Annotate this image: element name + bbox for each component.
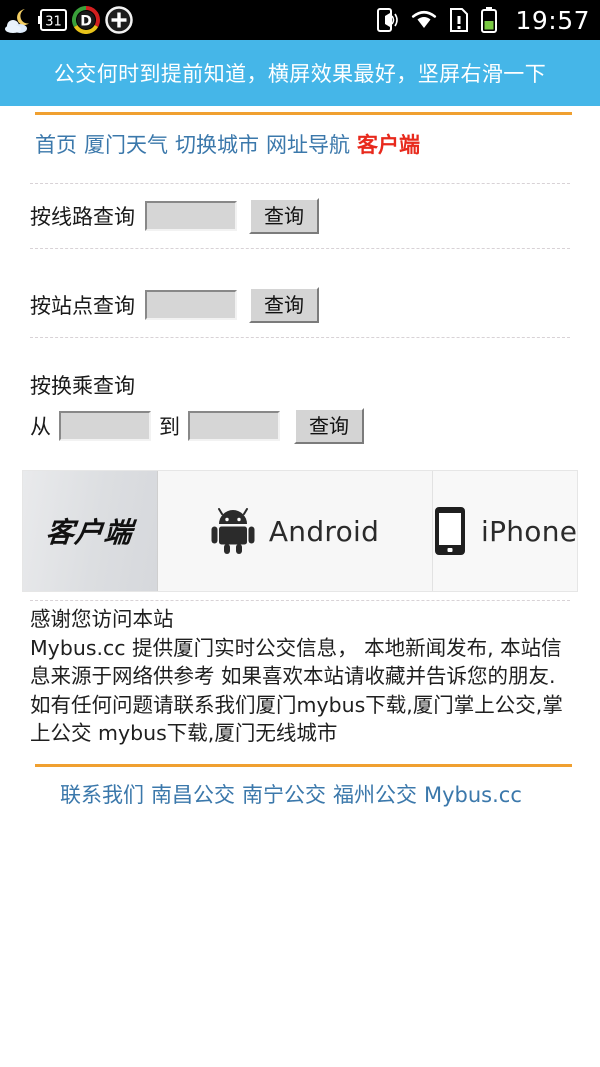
info-line-thanks: 感谢您访问本站 [30,607,174,631]
iphone-label: iPhone [481,514,578,548]
nav-link-switch-city[interactable]: 切换城市 [175,133,259,157]
app-download-panel: 客户端 Android iPhone [22,470,578,592]
promo-banner-text: 公交何时到提前知道，横屏效果最好，坚屏右滑一下 [53,62,547,86]
site-info-text: 感谢您访问本站 Mybus.cc 提供厦门实时公交信息， 本地新闻发布, 本站信… [0,601,600,748]
app-cell-iphone[interactable]: iPhone [433,471,578,591]
battery-icon [480,6,498,34]
status-bar: 31 D 19:57 [0,0,600,40]
nav-link-site-nav[interactable]: 网址导航 [266,133,350,157]
sdcard-warning-icon [448,7,470,33]
route-search-button[interactable]: 查询 [249,198,319,234]
wifi-icon [410,9,438,31]
route-search-input[interactable] [145,201,237,231]
calendar-icon: 31 [38,8,68,32]
transfer-search-row: 从 到 查询 [0,400,600,452]
footer-link-mybus[interactable]: Mybus.cc [424,783,522,807]
status-bar-clock: 19:57 [515,5,590,35]
transfer-search-button[interactable]: 查询 [294,408,364,444]
transfer-from-label: 从 [30,415,51,439]
phone-vibrate-sound-icon [376,7,400,33]
page-content: 首页 厦门天气 切换城市 网址导航 客户端 按线路查询 查询 按站点查询 查询 按换乘查… [0,112,600,809]
transfer-search-heading: 按换乘查询 [30,374,135,398]
route-search-row: 按线路查询 查询 [0,184,600,248]
nav-link-weather[interactable]: 厦门天气 [84,133,168,157]
iphone-device-icon [433,505,467,557]
weather-moon-cloud-icon [4,6,34,34]
status-bar-left-icons: 31 D [4,5,134,35]
stop-search-label: 按站点查询 [30,294,135,318]
footer-link-fuzhou-bus[interactable]: 福州公交 [333,783,417,807]
client-calligraphy-label: 客户端 [44,516,136,549]
transfer-to-input[interactable] [188,411,280,441]
footer-links: 联系我们 南昌公交 南宁公交 福州公交 Mybus.cc [0,767,600,809]
svg-text:D: D [80,14,92,30]
android-robot-icon [211,507,255,555]
android-label: Android [268,514,380,548]
svg-text:31: 31 [45,15,62,30]
top-navigation: 首页 厦门天气 切换城市 网址导航 客户端 [0,115,600,159]
info-line-description: Mybus.cc 提供厦门实时公交信息， 本地新闻发布, 本站信息来源于网络供参… [30,635,563,746]
app-cell-android[interactable]: Android [158,471,433,591]
add-plus-circle-icon [104,5,134,35]
stop-search-input[interactable] [145,290,237,320]
route-search-label: 按线路查询 [30,205,135,229]
stop-search-row: 按站点查询 查询 [0,273,600,337]
transfer-to-label: 到 [159,415,180,439]
status-bar-right-icons: 19:57 [376,6,590,35]
footer-link-contact[interactable]: 联系我们 [60,783,144,807]
stop-search-button[interactable]: 查询 [249,287,319,323]
dolphin-browser-d-icon: D [72,6,100,34]
footer-link-nanchang-bus[interactable]: 南昌公交 [151,783,235,807]
promo-banner[interactable]: 公交何时到提前知道，横屏效果最好，坚屏右滑一下 [0,40,600,106]
footer-link-nanning-bus[interactable]: 南宁公交 [242,783,326,807]
nav-link-home[interactable]: 首页 [35,133,77,157]
transfer-from-input[interactable] [59,411,151,441]
nav-link-client-app[interactable]: 客户端 [357,133,420,157]
app-cell-client[interactable]: 客户端 [23,471,158,591]
